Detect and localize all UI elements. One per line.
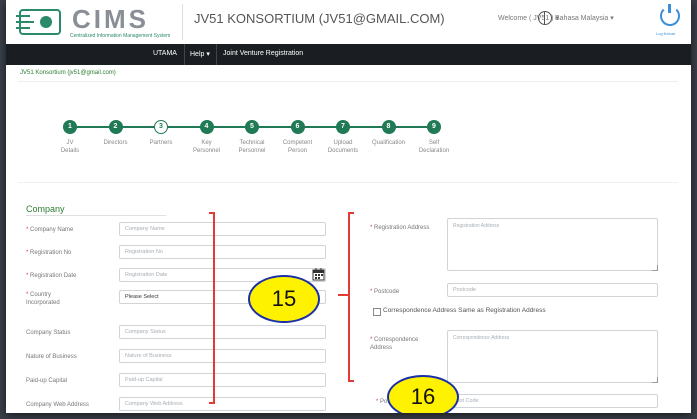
globe-icon xyxy=(538,11,552,25)
postcode2-field[interactable]: Post Code xyxy=(447,394,658,408)
section-title: Company xyxy=(26,204,65,214)
app-window: CIMS Centralized Information Management … xyxy=(6,0,691,413)
same-address-checkbox[interactable] xyxy=(373,308,381,316)
annotation-bracket-right xyxy=(348,212,354,382)
divider xyxy=(18,81,678,82)
correspondence-address-label: * Correspondence Address xyxy=(370,337,419,351)
postcode2-label: * Po xyxy=(376,399,388,405)
field-label: Company Status xyxy=(26,329,70,337)
field-label-text: Paid-up Capital xyxy=(26,378,68,384)
field-label: * Registration No xyxy=(26,249,71,257)
step-5-label[interactable]: Technical Personnel xyxy=(230,139,274,155)
logo-text: CIMS xyxy=(72,4,149,34)
header: CIMS Centralized Information Management … xyxy=(6,0,691,45)
field-label: Paid-up Capital xyxy=(26,377,67,385)
postcode-field[interactable]: Postcode xyxy=(447,283,658,297)
step-2-dot[interactable]: 2 xyxy=(108,120,123,134)
field-label-text: Company Web Address xyxy=(26,402,89,408)
org-title: JV51 KONSORTIUM (JV51@GMAIL.COM) xyxy=(194,11,445,26)
registration-address-label: * Registration Address xyxy=(370,225,430,231)
correspondence-address-field[interactable]: Correspondence Address xyxy=(447,330,658,383)
annotation-bubble-15: 15 xyxy=(248,275,320,323)
registration-address-field[interactable]: Registration Address xyxy=(447,218,658,271)
step-9-label[interactable]: Self Declaration xyxy=(412,139,456,155)
logo-subtitle: Centralized Information Management Syste… xyxy=(70,33,171,39)
field-label: * Company Name xyxy=(26,226,73,234)
text-field[interactable]: Company Name xyxy=(119,222,326,236)
nav-home[interactable]: UTAMA xyxy=(153,50,177,57)
field-label-text: Country Incorporated xyxy=(26,292,60,306)
breadcrumb[interactable]: JV51 Konsortium (jv51@gmail.com) xyxy=(20,70,116,76)
step-5-dot[interactable]: 5 xyxy=(245,120,259,134)
step-4-label[interactable]: Key Personnel xyxy=(185,139,229,155)
step-8-label[interactable]: Qualification xyxy=(367,139,411,147)
step-7-dot[interactable]: 7 xyxy=(336,120,350,134)
annotation-tick xyxy=(338,294,348,296)
text-field[interactable]: Nature of Business xyxy=(119,349,326,363)
field-label-text: Company Status xyxy=(26,330,71,336)
field-label: Company Web Address xyxy=(26,401,89,409)
resize-handle[interactable] xyxy=(652,265,658,271)
field-label: * Country Incorporated xyxy=(26,291,60,307)
resize-handle[interactable] xyxy=(652,377,658,383)
same-address-label: Correspondence Address Same as Registrat… xyxy=(383,307,546,314)
text-field[interactable]: Paid-up Capital xyxy=(119,373,326,387)
step-9-dot[interactable]: 9 xyxy=(427,120,441,134)
postcode-label: * Postcode xyxy=(370,289,400,295)
step-2-label[interactable]: Directors xyxy=(94,139,138,147)
calendar-icon[interactable] xyxy=(312,268,325,281)
divider xyxy=(18,182,678,183)
annotation-bracket-left xyxy=(209,212,215,404)
step-4-dot[interactable]: 4 xyxy=(199,120,214,134)
nav-separator xyxy=(184,44,185,65)
field-label: Nature of Business xyxy=(26,353,77,361)
power-icon[interactable] xyxy=(660,4,680,26)
step-8-dot[interactable]: 8 xyxy=(381,120,396,134)
annotation-bubble-16: 16 xyxy=(387,375,459,413)
step-6-dot[interactable]: 6 xyxy=(290,120,305,134)
step-3-label[interactable]: Partners xyxy=(139,139,183,147)
step-1-dot[interactable]: 1 xyxy=(63,120,77,134)
text-field[interactable]: Company Status xyxy=(119,325,326,339)
logout-label[interactable]: Log Keluar xyxy=(656,31,675,36)
main-nav: UTAMA Help ▾ Joint Venture Registration xyxy=(6,44,691,65)
field-label-text: Registration No xyxy=(30,250,72,256)
nav-separator xyxy=(216,44,217,65)
step-3-dot[interactable]: 3 xyxy=(154,120,168,134)
text-field[interactable]: Company Web Address xyxy=(119,397,326,411)
field-label: * Registration Date xyxy=(26,272,76,280)
language-menu[interactable]: Bahasa Malaysia ▾ xyxy=(555,14,614,22)
field-label-text: Nature of Business xyxy=(26,354,77,360)
text-field[interactable]: Registration No xyxy=(119,245,326,259)
logo-icon xyxy=(16,9,61,35)
field-label-text: Company Name xyxy=(30,227,74,233)
nav-jv-registration[interactable]: Joint Venture Registration xyxy=(223,50,303,57)
section-underline xyxy=(26,215,166,216)
step-6-label[interactable]: Competent Person xyxy=(276,139,320,155)
field-label-text: Registration Date xyxy=(30,273,77,279)
header-divider xyxy=(182,4,183,40)
nav-help[interactable]: Help ▾ xyxy=(190,50,210,58)
step-7-label[interactable]: Upload Documents xyxy=(321,139,365,155)
step-1-label[interactable]: JV Details xyxy=(48,139,92,155)
